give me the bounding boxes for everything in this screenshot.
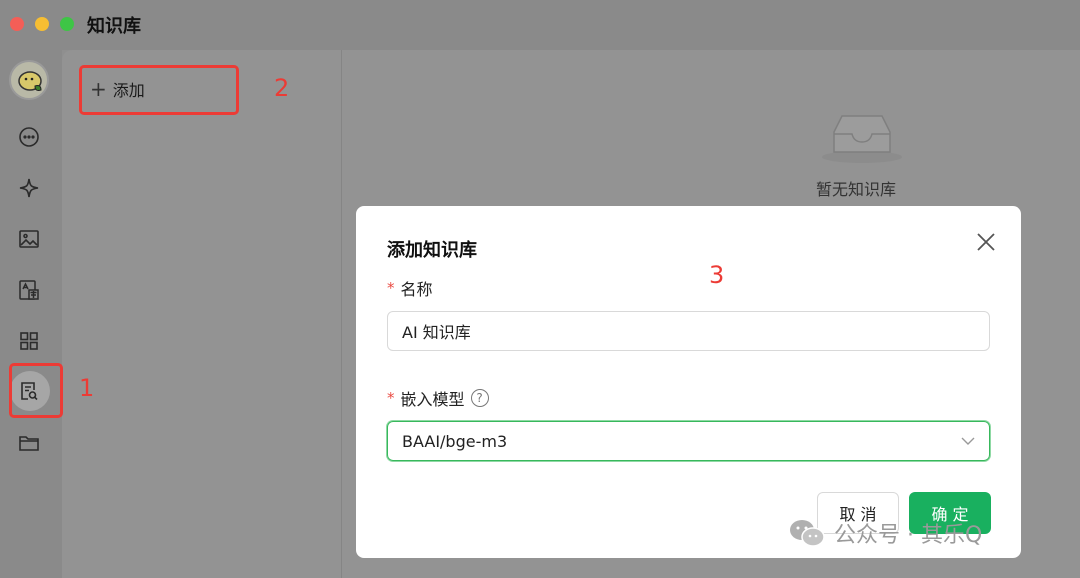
chat-icon[interactable] [14, 122, 44, 152]
translate-icon[interactable] [14, 275, 44, 305]
watermark: 公众号 · 其乐Q [788, 517, 982, 549]
annotation-label-2: 2 [274, 74, 290, 102]
wechat-icon [790, 520, 825, 547]
window-title: 知识库 [87, 16, 141, 37]
annotation-box-2 [79, 65, 239, 115]
dialog-title: 添加知识库 [387, 240, 477, 261]
window-maximize-button[interactable] [60, 17, 74, 31]
apps-grid-icon[interactable] [14, 326, 44, 356]
model-select-value: BAAI/bge-m3 [402, 431, 508, 451]
name-field-label: * 名称 [387, 276, 433, 300]
name-input[interactable]: AI 知识库 [387, 311, 990, 351]
embedding-model-select[interactable]: BAAI/bge-m3 [387, 421, 990, 461]
title-bar: 知识库 [0, 0, 1080, 50]
chevron-down-icon [961, 437, 975, 445]
required-mark: * [387, 279, 395, 297]
name-input-value: AI 知识库 [402, 323, 471, 342]
empty-state-text: 暂无知识库 [816, 180, 897, 199]
avatar[interactable] [9, 60, 49, 100]
annotation-label-3: 3 [709, 261, 725, 289]
empty-inbox-icon [822, 115, 902, 163]
sparkle-icon[interactable] [14, 173, 44, 203]
model-field-label: * 嵌入模型 ? [387, 386, 489, 410]
add-knowledge-dialog: 添加知识库 3 * 名称 AI 知识库 * 嵌入模型 ? BAAI/bge-m3… [356, 206, 1021, 558]
model-label-text: 嵌入模型 [400, 390, 465, 409]
image-icon[interactable] [14, 224, 44, 254]
window-minimize-button[interactable] [35, 17, 49, 31]
watermark-text: 公众号 · 其乐Q [834, 523, 983, 548]
folder-icon[interactable] [14, 428, 44, 458]
name-label-text: 名称 [400, 280, 433, 299]
annotation-box-1 [9, 363, 63, 418]
help-icon[interactable]: ? [470, 389, 489, 407]
knowledge-list-panel [62, 50, 342, 578]
window-close-button[interactable] [10, 17, 24, 31]
annotation-label-1: 1 [79, 374, 95, 402]
close-icon[interactable] [975, 231, 997, 253]
required-mark: * [387, 389, 395, 407]
